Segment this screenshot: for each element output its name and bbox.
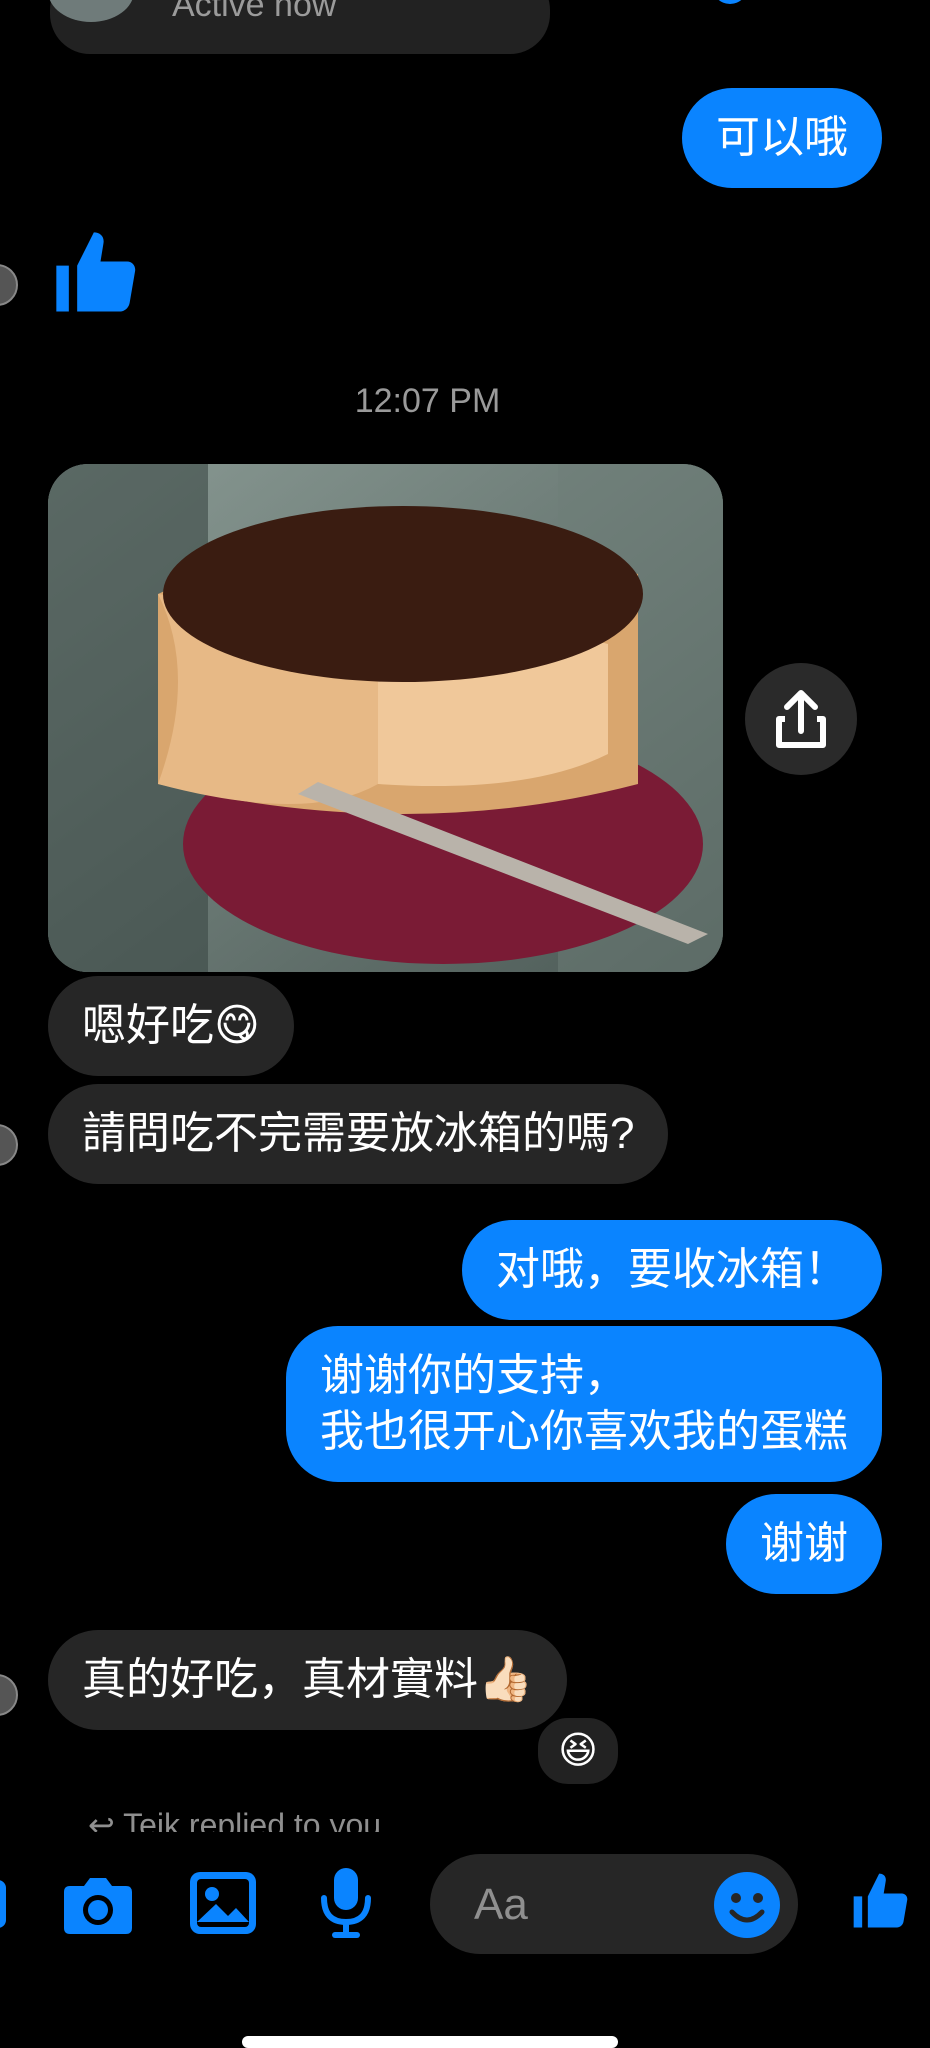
message-input[interactable]: Aa [430, 1854, 798, 1954]
avatar[interactable] [0, 1124, 18, 1166]
timestamp: 12:07 PM [354, 382, 501, 420]
message-outgoing[interactable]: 谢谢你的支持， 我也很开心你喜欢我的蛋糕 [286, 1326, 882, 1482]
microphone-icon[interactable] [318, 1866, 374, 1942]
message-incoming[interactable]: 嗯好吃😋 [48, 976, 294, 1076]
smiley-icon[interactable] [712, 1870, 782, 1940]
reaction-badge[interactable]: 😆 [534, 1714, 622, 1788]
message-input-placeholder: Aa [474, 1880, 528, 1929]
active-status: Active now [172, 0, 337, 24]
top-right-blue-dot [712, 0, 748, 4]
image-icon[interactable] [188, 1870, 258, 1936]
cake-photo [48, 464, 723, 972]
share-button[interactable] [745, 663, 857, 775]
photo-message[interactable] [48, 464, 723, 972]
home-indicator[interactable] [242, 2036, 618, 2048]
message-incoming[interactable]: 請問吃不完需要放冰箱的嗎? [48, 1084, 669, 1184]
message-outgoing[interactable]: 可以哦 [682, 88, 882, 188]
left-edge-icon[interactable] [0, 1880, 6, 1928]
avatar[interactable] [0, 264, 18, 306]
share-icon [776, 690, 826, 748]
message-outgoing[interactable]: 对哦，要收冰箱！ [462, 1220, 882, 1320]
message-incoming[interactable]: 真的好吃，真材實料👍🏻 [48, 1630, 567, 1730]
avatar[interactable] [0, 1674, 18, 1716]
message-outgoing[interactable]: 谢谢 [726, 1494, 882, 1594]
thumbs-up-icon[interactable] [848, 1866, 916, 1938]
thumbs-up-icon[interactable] [48, 222, 148, 326]
message-line: 谢谢你的支持， [320, 1351, 628, 1400]
message-line: 我也很开心你喜欢我的蛋糕 [320, 1407, 848, 1456]
camera-icon[interactable] [62, 1872, 134, 1936]
